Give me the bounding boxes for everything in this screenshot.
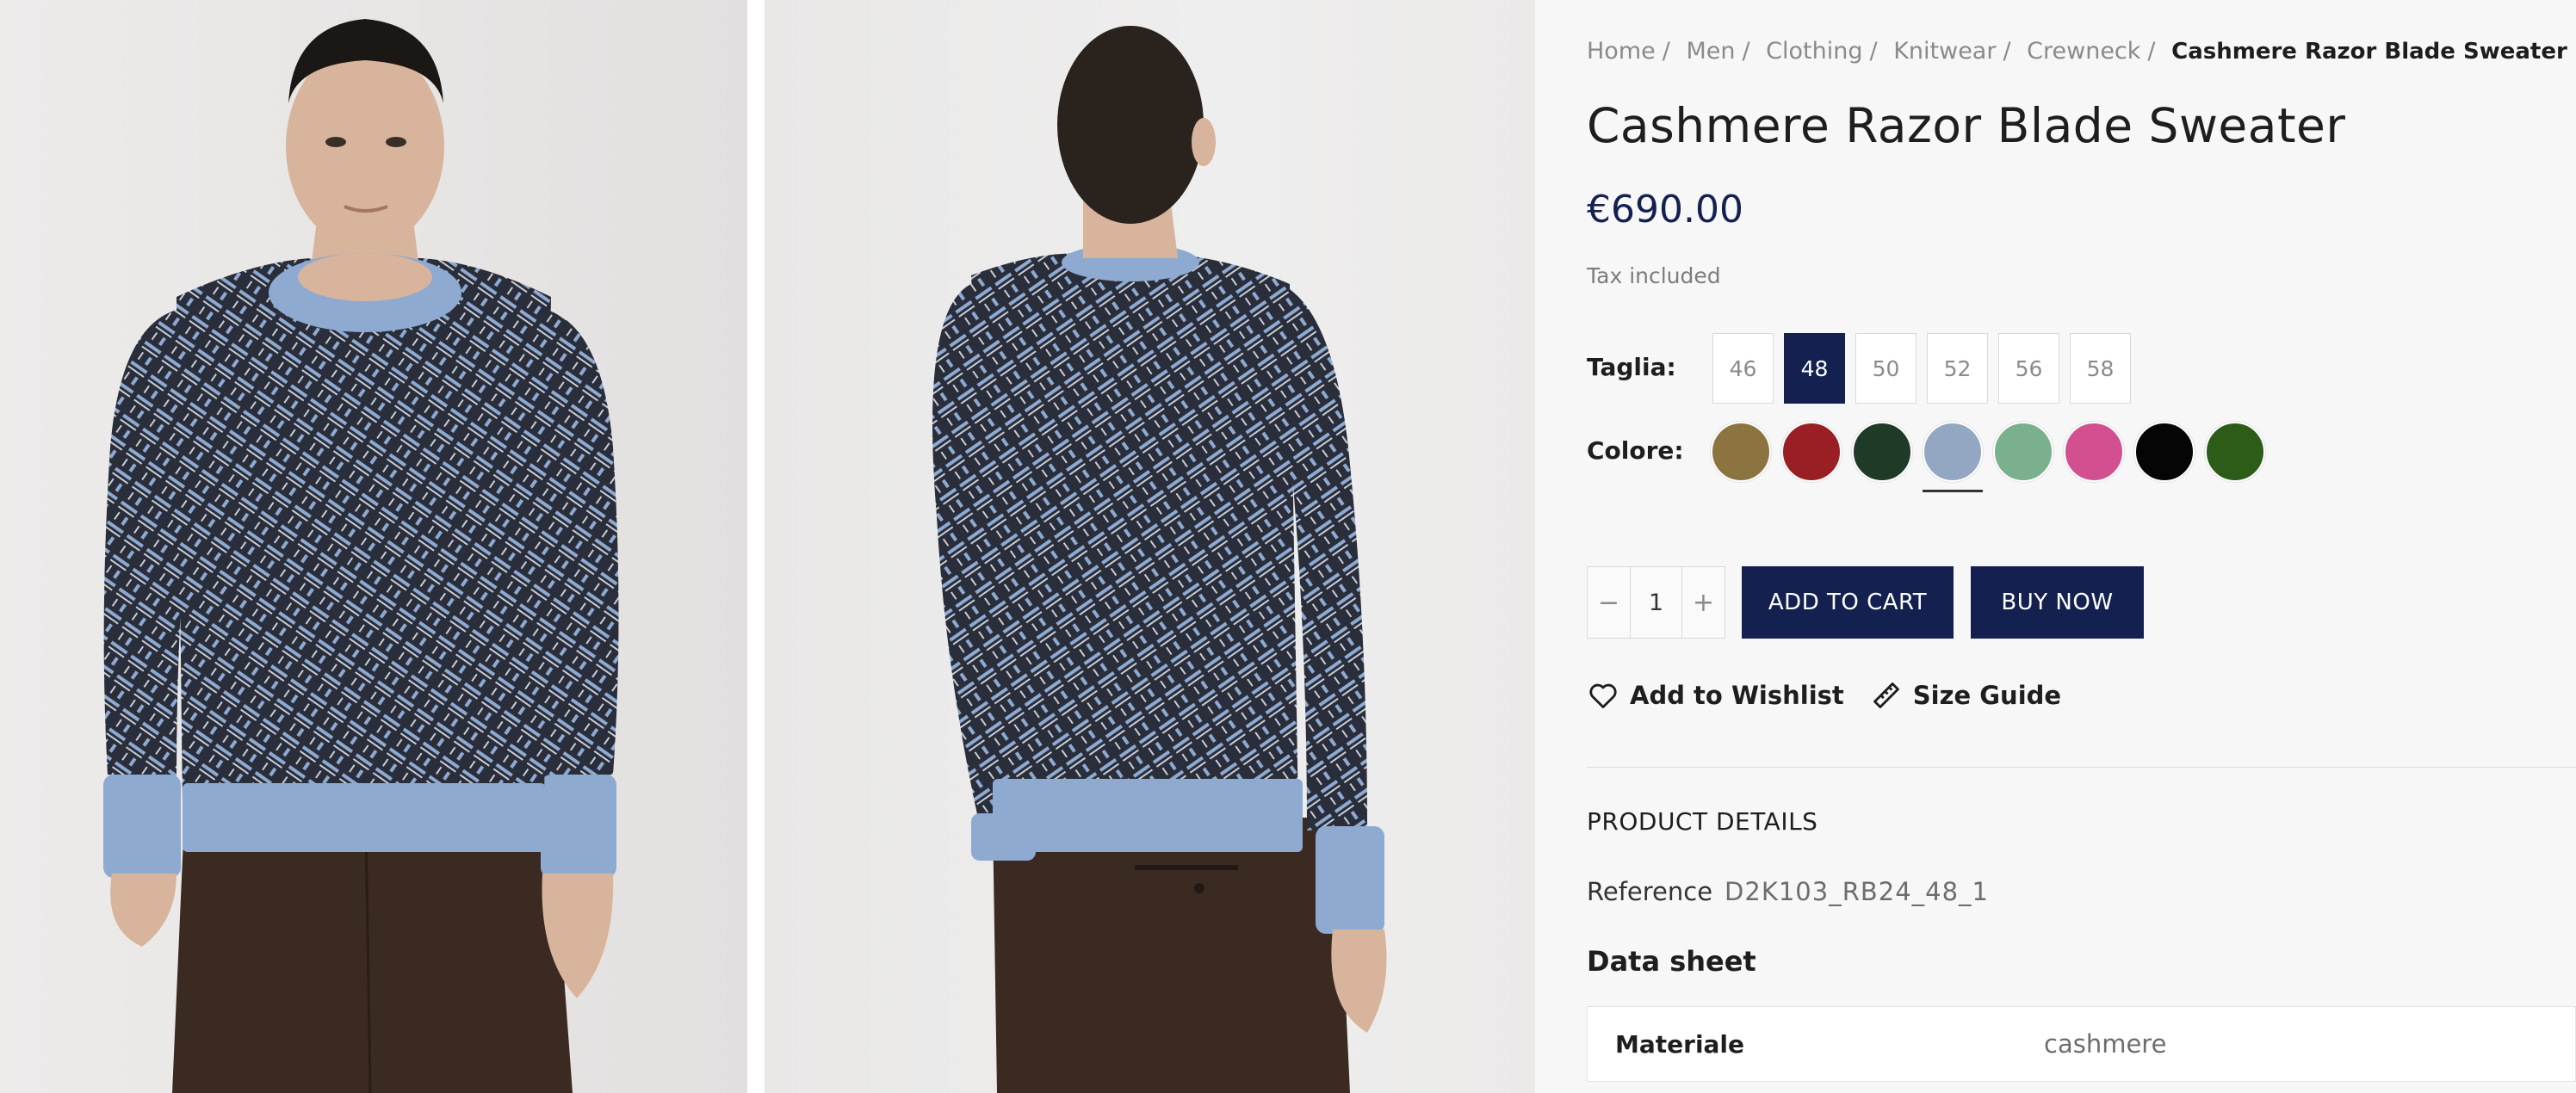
breadcrumb-clothing[interactable]: Clothing (1766, 38, 1862, 65)
tax-note: Tax included (1587, 263, 1721, 288)
reference-value: D2K103_RB24_48_1 (1725, 877, 1989, 906)
ruler-icon (1873, 682, 1899, 708)
color-swatch-black[interactable] (2134, 422, 2195, 482)
color-swatch-brown[interactable] (1711, 422, 1771, 482)
product-info-panel: Home / Men / Clothing / Knitwear / Crewneck /… (1587, 0, 2576, 1093)
model-front-illustration (103, 19, 619, 1093)
product-image-back[interactable] (765, 0, 1535, 1093)
color-label: Colore: (1587, 436, 1684, 465)
data-sheet-row: Materiale cashmere (1587, 1006, 2576, 1082)
add-to-wishlist-link[interactable]: Add to Wishlist (1587, 679, 1844, 712)
size-guide-link[interactable]: Size Guide (1870, 679, 2061, 712)
buy-now-button[interactable]: BUY NOW (1971, 566, 2144, 639)
size-option-46[interactable]: 46 (1712, 333, 1774, 404)
breadcrumb-separator: / (1742, 38, 1750, 65)
quantity-stepper: − 1 + (1587, 566, 1725, 639)
color-swatch-dark-green[interactable] (1852, 422, 1912, 482)
size-label: Taglia: (1587, 353, 1676, 381)
wishlist-label: Add to Wishlist (1630, 681, 1844, 710)
model-back-illustration (932, 26, 1387, 1093)
color-swatch-sage-green[interactable] (1993, 422, 2053, 482)
data-sheet-title: Data sheet (1587, 945, 1756, 978)
add-to-cart-button[interactable]: ADD TO CART (1742, 566, 1954, 639)
breadcrumb-crewneck[interactable]: Crewneck (2027, 38, 2140, 65)
secondary-actions: Add to Wishlist Size Guide (1587, 679, 2061, 712)
size-option-50[interactable]: 50 (1855, 333, 1917, 404)
color-swatch-pink[interactable] (2064, 422, 2124, 482)
product-reference: Reference D2K103_RB24_48_1 (1587, 877, 1989, 906)
product-details-title[interactable]: PRODUCT DETAILS (1587, 807, 1817, 836)
product-title: Cashmere Razor Blade Sweater (1587, 98, 2346, 153)
size-option-52[interactable]: 52 (1927, 333, 1988, 404)
breadcrumb-separator: / (1869, 38, 1878, 65)
breadcrumb-men[interactable]: Men (1686, 38, 1735, 65)
size-guide-label: Size Guide (1912, 681, 2062, 710)
size-selector: 46 48 50 52 56 58 (1712, 333, 2131, 404)
size-option-48[interactable]: 48 (1784, 333, 1845, 404)
color-swatch-red[interactable] (1781, 422, 1842, 482)
color-swatch-light-blue[interactable] (1923, 422, 1983, 492)
quantity-input[interactable]: 1 (1630, 567, 1682, 638)
reference-label: Reference (1587, 877, 1713, 906)
breadcrumb: Home / Men / Clothing / Knitwear / Crewneck /… (1587, 38, 2567, 65)
breadcrumb-current: Cashmere Razor Blade Sweater (2171, 39, 2567, 65)
product-image-front[interactable] (0, 0, 747, 1093)
breadcrumb-separator: / (2003, 38, 2011, 65)
breadcrumb-separator: / (2147, 38, 2156, 65)
data-sheet-key: Materiale (1615, 1029, 1745, 1059)
color-swatch-green[interactable] (2205, 422, 2265, 482)
quantity-decrease-button[interactable]: − (1588, 567, 1630, 638)
product-price: €690.00 (1587, 188, 1743, 232)
breadcrumb-knitwear[interactable]: Knitwear (1893, 38, 1996, 65)
color-selector (1711, 422, 2265, 492)
breadcrumb-home[interactable]: Home (1587, 38, 1656, 65)
size-option-56[interactable]: 56 (1998, 333, 2059, 404)
breadcrumb-separator: / (1662, 38, 1670, 65)
section-divider (1587, 767, 2576, 768)
product-gallery (0, 0, 1535, 1093)
heart-icon (1589, 683, 1617, 708)
quantity-increase-button[interactable]: + (1682, 567, 1725, 638)
data-sheet-value: cashmere (2044, 1029, 2167, 1059)
size-option-58[interactable]: 58 (2070, 333, 2131, 404)
